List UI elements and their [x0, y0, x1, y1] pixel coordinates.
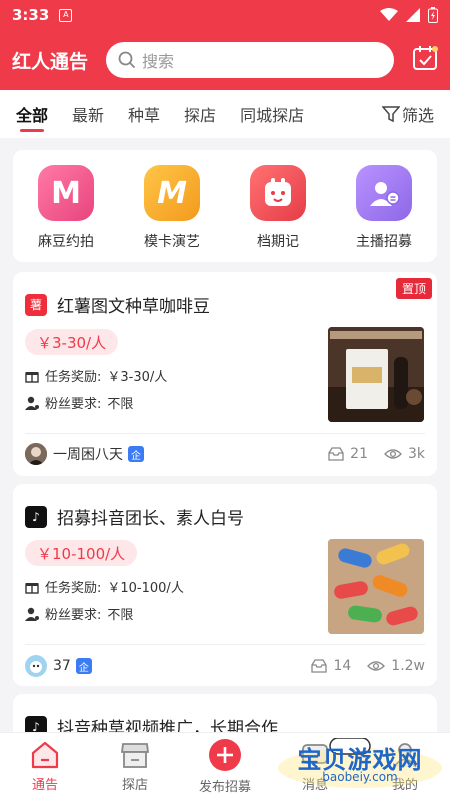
category-schedule[interactable]: 档期记	[233, 165, 323, 251]
fans-label: 粉丝要求:	[45, 608, 102, 623]
card-title: ♪ 招募抖音团长、素人白号	[25, 504, 244, 529]
store-icon	[120, 743, 150, 768]
category-label: 模卡演艺	[144, 234, 200, 250]
calendar-check-icon	[413, 46, 438, 70]
category-model-shoot[interactable]: M 麻豆约拍	[21, 165, 111, 251]
fans-row: 粉丝要求: 不限	[25, 604, 133, 623]
schedule-face-icon	[250, 165, 306, 221]
user-icon	[25, 396, 39, 410]
view-count: 3k	[407, 446, 425, 462]
inbox-icon	[311, 659, 328, 673]
category-streamer-recruit[interactable]: 主播招募	[339, 165, 429, 251]
eye-icon	[367, 661, 386, 671]
douyin-icon: ♪	[25, 505, 47, 528]
reward-label: 任务奖励:	[45, 581, 102, 596]
category-model-card[interactable]: M 模卡演艺	[127, 165, 217, 251]
nav-label: 探店	[121, 778, 148, 793]
avatar[interactable]	[25, 655, 47, 677]
card-title-text: 红薯图文种草咖啡豆	[57, 297, 210, 317]
category-label: 主播招募	[356, 234, 412, 250]
reward-value: ￥10-100/人	[107, 581, 184, 596]
status-time: 3:33	[12, 6, 50, 24]
nav-publish[interactable]: 发布招募	[180, 733, 270, 800]
pinned-badge: 置顶	[395, 278, 432, 299]
fans-value: 不限	[107, 397, 134, 412]
fans-row: 粉丝要求: 不限	[25, 393, 133, 412]
nav-store-visit[interactable]: 探店	[90, 733, 180, 800]
pills-thumbnail	[328, 539, 424, 634]
calendar-button[interactable]	[412, 45, 438, 75]
battery-icon	[428, 7, 438, 23]
reward-label: 任务奖励:	[45, 370, 102, 385]
nav-notices[interactable]: 通告	[0, 733, 90, 800]
gift-icon	[25, 371, 39, 383]
search-icon	[118, 51, 136, 69]
model-card-icon: M	[144, 165, 200, 221]
tab-seeding[interactable]: 种草	[128, 90, 160, 138]
avatar[interactable]	[25, 443, 47, 465]
price-tag: ￥3-30/人	[25, 329, 119, 355]
model-shoot-icon: M	[38, 165, 94, 221]
app-title: 红人通告	[12, 50, 89, 73]
reward-row: 任务奖励: ￥10-100/人	[25, 577, 184, 596]
watermark: 宝贝游戏网 baobeiy.com	[275, 737, 445, 790]
card-divider	[25, 433, 425, 434]
watermark-url: baobeiy.com	[322, 770, 398, 784]
card-footer: 一周困八天 企 21 3k	[25, 442, 425, 466]
status-bar: 3:33 A	[0, 0, 450, 30]
filter-icon	[381, 106, 400, 123]
card-stats: 21 3k	[328, 446, 425, 462]
category-label: 档期记	[257, 234, 299, 250]
price-tag: ￥10-100/人	[25, 540, 138, 566]
nav-label: 发布招募	[198, 780, 251, 795]
signal-icon	[406, 8, 420, 22]
category-label: 麻豆约拍	[38, 234, 94, 250]
filter-label: 筛选	[401, 106, 434, 125]
user-icon	[25, 607, 39, 621]
card-title-text: 招募抖音团长、素人白号	[57, 509, 244, 529]
view-count: 1.2w	[391, 658, 425, 674]
category-grid: M 麻豆约拍 M 模卡演艺 档期记 主播招募	[13, 150, 437, 262]
streamer-icon	[356, 165, 412, 221]
reward-value: ￥3-30/人	[107, 370, 168, 385]
nav-label: 通告	[31, 778, 58, 793]
card-footer: 37 企 14 1.2w	[25, 654, 425, 678]
enterprise-badge: 企	[128, 446, 144, 462]
filter-button[interactable]: 筛选	[381, 102, 434, 126]
enterprise-badge: 企	[75, 658, 92, 674]
tab-all[interactable]: 全部	[16, 90, 48, 138]
applicant-count: 14	[333, 658, 352, 674]
task-card[interactable]: ♪ 招募抖音团长、素人白号 ￥10-100/人 任务奖励: ￥10-100/人 …	[13, 484, 437, 686]
home-icon	[31, 741, 59, 769]
reward-row: 任务奖励: ￥3-30/人	[25, 366, 167, 385]
card-stats: 14 1.2w	[311, 658, 425, 674]
app-header: 红人通告 搜索	[0, 30, 450, 90]
applicant-count: 21	[350, 446, 368, 462]
author-name[interactable]: 37	[53, 658, 71, 674]
sim-icon: A	[59, 8, 73, 22]
search-input[interactable]: 搜索	[106, 42, 394, 78]
wifi-icon	[380, 8, 398, 21]
coffee-thumbnail	[328, 327, 424, 422]
xiaohongshu-icon: 薯	[25, 293, 47, 316]
filter-tabs: 全部 最新 种草 探店 同城探店 筛选	[0, 90, 450, 138]
plus-circle-icon	[209, 739, 241, 771]
fans-label: 粉丝要求:	[45, 397, 102, 412]
eye-icon	[384, 449, 402, 459]
inbox-icon	[328, 447, 344, 461]
card-title: 薯 红薯图文种草咖啡豆	[25, 292, 210, 317]
search-placeholder: 搜索	[142, 52, 175, 71]
card-divider	[25, 644, 425, 645]
task-card[interactable]: 置顶 薯 红薯图文种草咖啡豆 ￥3-30/人 任务奖励: ￥3-30/人 粉丝要…	[13, 272, 437, 476]
gift-icon	[25, 582, 39, 594]
tab-latest[interactable]: 最新	[72, 90, 104, 138]
fans-value: 不限	[107, 608, 134, 623]
tab-local-store-visit[interactable]: 同城探店	[240, 90, 304, 138]
tab-store-visit[interactable]: 探店	[184, 90, 216, 138]
author-name[interactable]: 一周困八天	[53, 444, 123, 464]
